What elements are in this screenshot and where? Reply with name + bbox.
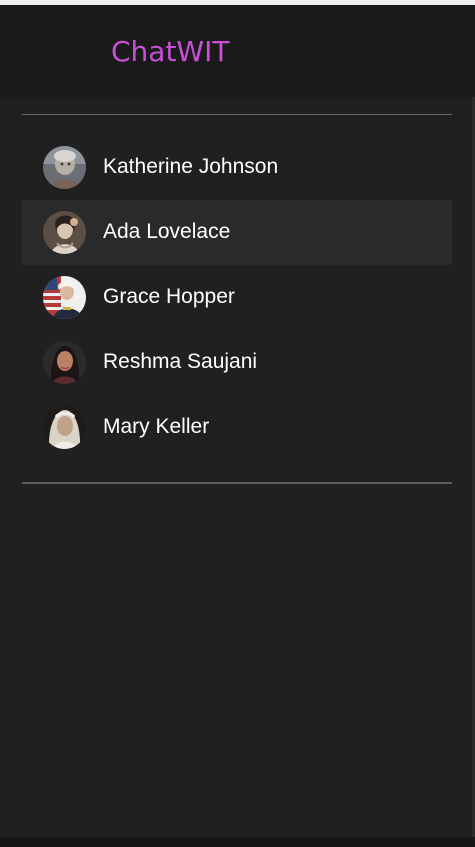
contact-item-ada-lovelace[interactable]: Ada Lovelace: [22, 200, 452, 265]
contact-name: Katherine Johnson: [103, 155, 279, 178]
ada-lovelace-avatar-icon: [43, 211, 86, 254]
contact-item-reshma-saujani[interactable]: Reshma Saujani: [22, 330, 452, 395]
contact-name: Reshma Saujani: [103, 350, 258, 373]
contact-item-katherine-johnson[interactable]: Katherine Johnson: [22, 135, 452, 200]
contact-name: Mary Keller: [103, 415, 210, 438]
contact-name: Grace Hopper: [103, 285, 235, 308]
katherine-johnson-avatar-icon: [43, 146, 86, 189]
contact-item-mary-keller[interactable]: Mary Keller: [22, 395, 452, 460]
contact-item-grace-hopper[interactable]: Grace Hopper: [22, 265, 452, 330]
app-header: ChatWIT: [0, 5, 475, 97]
contact-name: Ada Lovelace: [103, 220, 231, 243]
reshma-saujani-avatar-icon: [43, 341, 86, 384]
list-top-divider: [22, 114, 452, 115]
list-bottom-divider: [22, 482, 452, 484]
contact-list: Katherine Johnson Ada Lovelace Grace Hop…: [22, 135, 452, 460]
app-title: ChatWIT: [111, 35, 230, 68]
chat-app: ChatWIT Katherine Johnson Ada Lovelace G…: [0, 5, 475, 847]
grace-hopper-avatar-icon: [43, 276, 86, 319]
mary-keller-avatar-icon: [43, 406, 86, 449]
window-bottom-strip: [0, 837, 475, 847]
